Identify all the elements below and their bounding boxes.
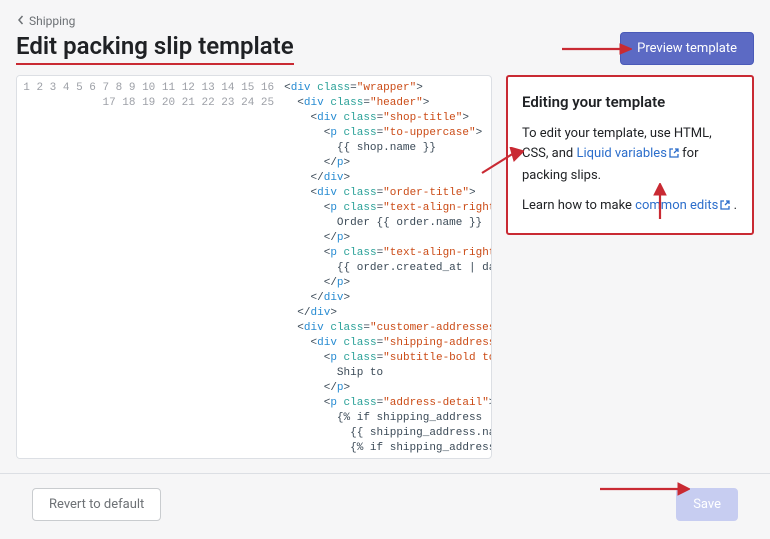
save-button[interactable]: Save (676, 488, 738, 521)
code-area[interactable]: <div class="wrapper"> <div class="header… (282, 76, 491, 458)
help-p2: Learn how to make common edits . (522, 196, 738, 217)
preview-template-button[interactable]: Preview template (620, 32, 754, 65)
breadcrumb-label: Shipping (29, 14, 75, 28)
help-p1: To edit your template, use HTML, CSS, an… (522, 124, 738, 185)
external-link-icon (720, 197, 730, 217)
breadcrumb-back[interactable]: Shipping (16, 14, 75, 30)
page-title: Edit packing slip template (16, 32, 294, 65)
liquid-variables-link[interactable]: Liquid variables (577, 146, 679, 161)
external-link-icon (669, 145, 679, 165)
revert-to-default-button[interactable]: Revert to default (32, 488, 161, 521)
common-edits-link[interactable]: common edits (635, 198, 730, 213)
code-editor[interactable]: 1 2 3 4 5 6 7 8 9 10 11 12 13 14 15 16 1… (16, 75, 492, 459)
help-card: Editing your template To edit your templ… (506, 75, 754, 235)
help-heading: Editing your template (522, 91, 738, 114)
chevron-left-icon (16, 14, 26, 28)
line-number-gutter: 1 2 3 4 5 6 7 8 9 10 11 12 13 14 15 16 1… (17, 76, 282, 458)
